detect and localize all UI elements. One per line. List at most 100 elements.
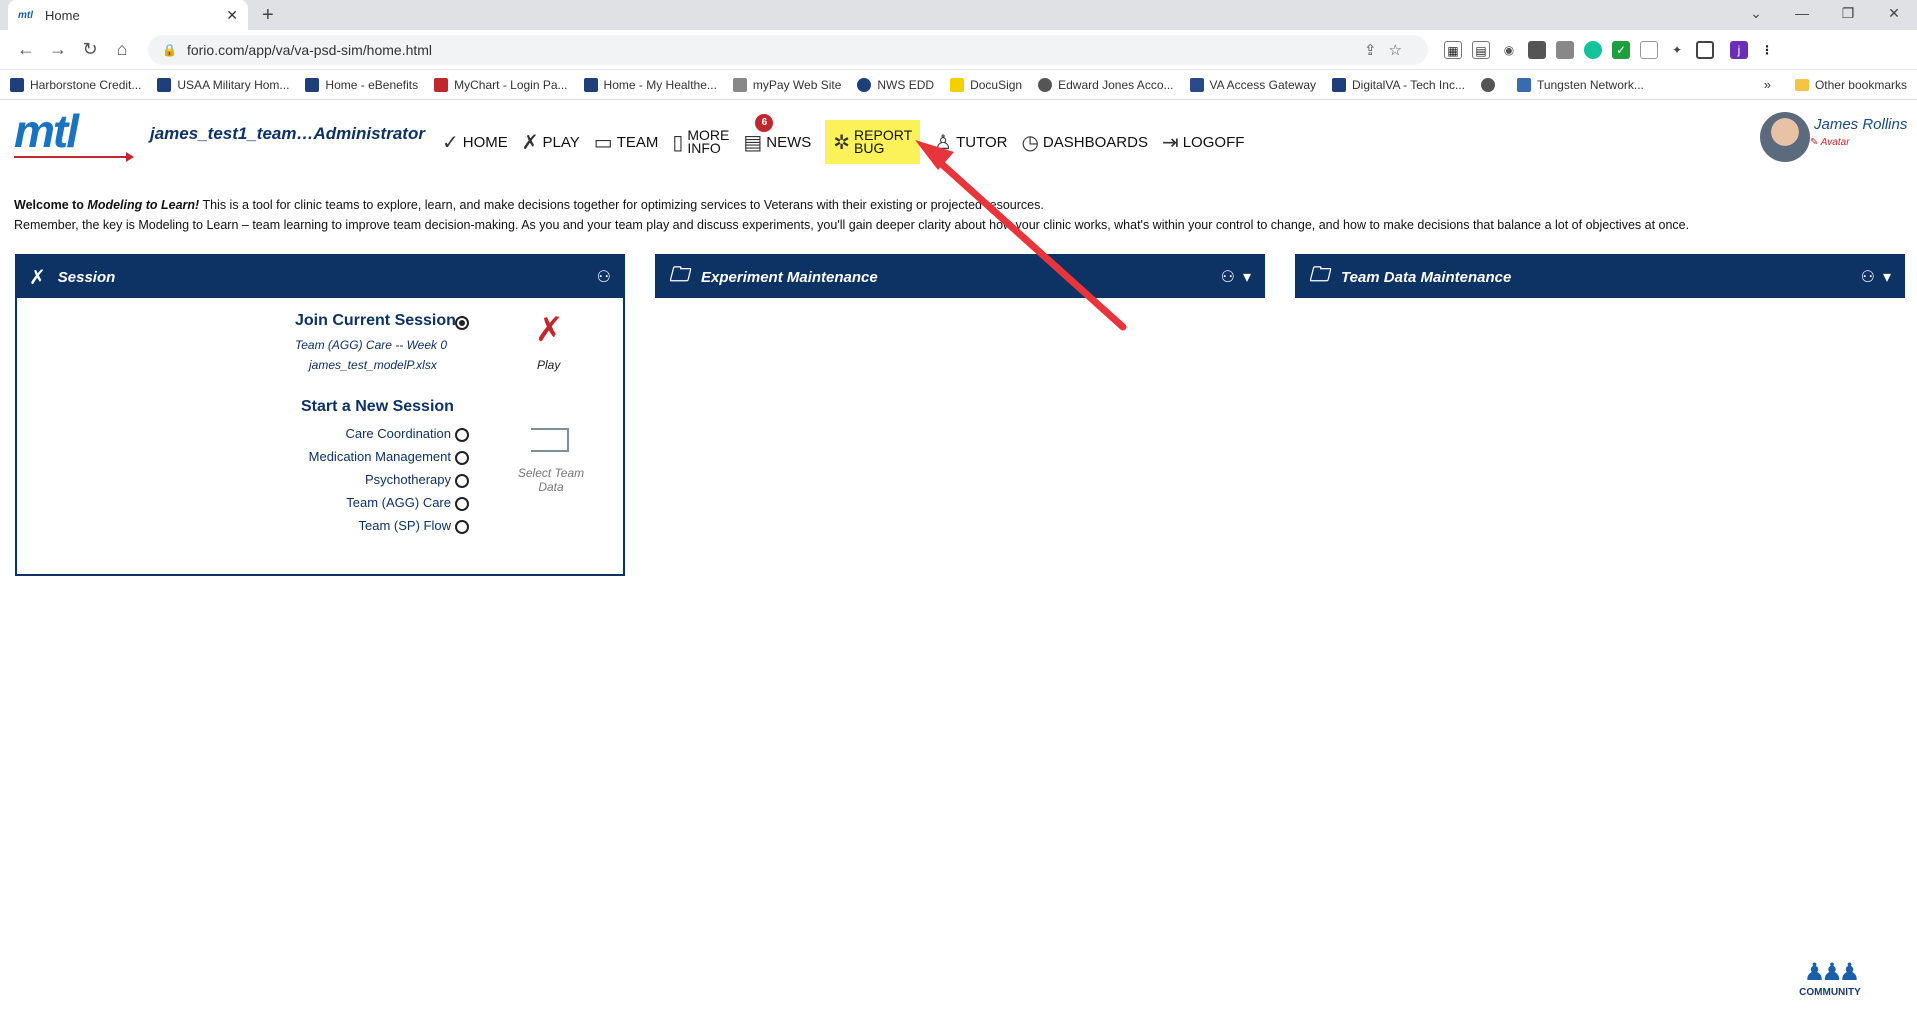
bookmark-item[interactable]: Edward Jones Acco... <box>1038 77 1174 92</box>
meet-ext-icon[interactable] <box>1556 40 1574 59</box>
bookmark-item[interactable]: DigitalVA - Tech Inc... <box>1332 77 1465 92</box>
welcome-line-2: Remember, the key is Modeling to Learn –… <box>14 218 1690 232</box>
nav-more-info[interactable]: ▯ MORE INFO <box>672 124 729 160</box>
reader-ext-icon[interactable]: ▤ <box>1472 40 1490 59</box>
bookmark-item[interactable]: myPay Web Site <box>732 77 841 92</box>
option-psychotherapy[interactable]: Psychotherapy <box>365 472 451 487</box>
home-icon[interactable]: ⌂ <box>106 39 138 60</box>
nav-tutor[interactable]: ♙ TUTOR <box>934 124 1007 160</box>
nav-home[interactable]: ✓ HOME <box>442 124 508 160</box>
bookmark-item[interactable]: Harborstone Credit... <box>10 77 141 92</box>
option-radio[interactable] <box>455 428 469 442</box>
community-button[interactable]: ♟♟♟ COMMUNITY <box>1790 958 1870 998</box>
nav-report-bug[interactable]: ✲ REPORT BUG <box>825 120 921 164</box>
bookmark-item[interactable]: Home - My Healthe... <box>583 77 717 92</box>
new-tab-icon[interactable]: + <box>262 4 274 27</box>
team-data-panel-header[interactable]: 🗀 Team Data Maintenance ⚇ ▾ <box>1297 256 1903 298</box>
bookmark-item[interactable]: NWS EDD <box>857 77 934 92</box>
option-care-coordination[interactable]: Care Coordination <box>345 426 451 441</box>
bookmarks-bar: Harborstone Credit... USAA Military Hom.… <box>0 70 1917 100</box>
close-tab-icon[interactable]: ✕ <box>226 7 238 24</box>
grammarly-ext-icon[interactable] <box>1584 40 1602 59</box>
option-team-agg-care[interactable]: Team (AGG) Care <box>346 495 451 510</box>
sidepanel-icon[interactable] <box>1696 40 1714 59</box>
select-team-data-label[interactable]: Select Team Data <box>511 466 591 494</box>
play-label[interactable]: Play <box>537 358 560 372</box>
experiment-actions[interactable]: ⚇ ▾ <box>1221 267 1251 287</box>
experiment-panel-title: Experiment Maintenance <box>701 268 878 286</box>
tutor-person-icon: ♙ <box>934 131 953 154</box>
option-radio[interactable] <box>455 520 469 534</box>
menu-dots-icon[interactable]: ⋮ <box>1758 41 1776 59</box>
puzzle-ext-icon[interactable]: ✦ <box>1668 41 1686 59</box>
user-profile: James Rollins ✎ Avatar <box>1760 112 1907 162</box>
bookmark-item[interactable] <box>1480 77 1501 92</box>
folders-icon: 🗀 <box>669 264 689 286</box>
bookmark-icon <box>1516 77 1531 92</box>
play-figure-icon[interactable]: ✗ <box>535 310 564 350</box>
bookmark-item[interactable]: MyChart - Login Pa... <box>434 77 568 92</box>
bookmark-item[interactable]: USAA Military Hom... <box>157 77 289 92</box>
bookmark-item[interactable]: DocuSign <box>950 77 1022 92</box>
nav-team[interactable]: ▭ TEAM <box>594 124 659 160</box>
logoff-icon: ⇥ <box>1161 131 1179 154</box>
bookmark-item[interactable]: VA Access Gateway <box>1189 77 1316 92</box>
option-radio[interactable] <box>455 451 469 465</box>
welcome-text: Welcome to Modeling to Learn! This is a … <box>14 195 1689 235</box>
bookmark-icon <box>10 77 24 92</box>
globe-ext-icon[interactable]: ◉ <box>1500 41 1518 59</box>
bookmark-icon <box>732 77 747 92</box>
join-session-team: Team (AGG) Care -- Week 0 <box>295 338 448 352</box>
url-bar[interactable]: 🔒 forio.com/app/va/va-psd-sim/home.html … <box>148 34 1428 65</box>
check-ext-icon[interactable]: ✓ <box>1612 40 1630 59</box>
community-people-icon: ♟♟♟ <box>1803 959 1861 986</box>
option-radio[interactable] <box>455 497 469 511</box>
doc-ext-icon[interactable] <box>1640 40 1658 59</box>
teams-ext-icon[interactable] <box>1528 40 1546 59</box>
option-radio[interactable] <box>455 474 469 488</box>
edit-avatar-link[interactable]: ✎ Avatar <box>1810 137 1907 148</box>
mtl-favicon-icon: mtl <box>18 9 33 21</box>
join-session-radio[interactable] <box>455 316 469 330</box>
browser-tab[interactable]: mtl Home ✕ <box>8 0 248 30</box>
reload-icon[interactable]: ↻ <box>74 39 106 60</box>
session-body: Join Current Session Team (AGG) Care -- … <box>17 298 623 574</box>
nav-news[interactable]: ▤ 6 NEWS <box>743 114 811 160</box>
mtl-logo[interactable]: mtl <box>14 108 134 162</box>
team-name: james_test1_team…Administrator <box>150 124 425 143</box>
other-bookmarks[interactable]: Other bookmarks <box>1815 78 1907 92</box>
community-label: COMMUNITY <box>1799 987 1861 998</box>
close-window-icon[interactable]: ✕ <box>1871 0 1917 30</box>
tab-search-icon[interactable]: ⌄ <box>1733 0 1779 30</box>
new-session-title: Start a New Session <box>301 398 454 415</box>
back-icon[interactable]: ← <box>10 39 42 60</box>
bookmark-icon <box>157 77 172 92</box>
logo-arrow-icon <box>14 152 134 162</box>
nav-play[interactable]: ✗ PLAY <box>522 124 580 160</box>
more-bookmarks-icon[interactable]: » <box>1764 77 1771 92</box>
news-count-badge: 6 <box>755 114 774 132</box>
experiment-panel-header[interactable]: 🗀 Experiment Maintenance ⚇ ▾ <box>657 256 1263 298</box>
select-team-data-icon[interactable] <box>531 428 569 452</box>
bookmark-icon <box>1038 77 1053 92</box>
bookmark-item[interactable]: Tungsten Network... <box>1516 77 1644 92</box>
share-star-icons[interactable]: ⇪☆ <box>1364 41 1414 59</box>
option-team-sp-flow[interactable]: Team (SP) Flow <box>359 518 451 533</box>
user-settings-icon[interactable]: ⚇ <box>597 267 611 287</box>
option-medication-management[interactable]: Medication Management <box>309 449 451 464</box>
bookmark-item[interactable]: Home - eBenefits <box>305 77 418 92</box>
minimize-icon[interactable]: — <box>1779 0 1825 30</box>
restore-icon[interactable]: ❐ <box>1825 0 1871 30</box>
lock-icon[interactable]: 🔒 <box>162 43 177 57</box>
bookmark-icon <box>434 77 449 92</box>
user-avatar[interactable] <box>1760 112 1810 162</box>
user-settings-icon: ⚇ <box>1220 269 1235 286</box>
bookmark-icon <box>950 77 965 92</box>
team-data-actions[interactable]: ⚇ ▾ <box>1861 267 1891 287</box>
profile-avatar[interactable]: j <box>1730 40 1748 59</box>
bookmark-icon <box>1189 77 1204 92</box>
calendar-ext-icon[interactable]: ▦ <box>1444 40 1462 59</box>
nav-dashboards[interactable]: ◷ DASHBOARDS <box>1021 124 1147 160</box>
nav-logoff[interactable]: ⇥ LOGOFF <box>1162 124 1244 160</box>
forward-icon[interactable]: → <box>42 39 74 60</box>
